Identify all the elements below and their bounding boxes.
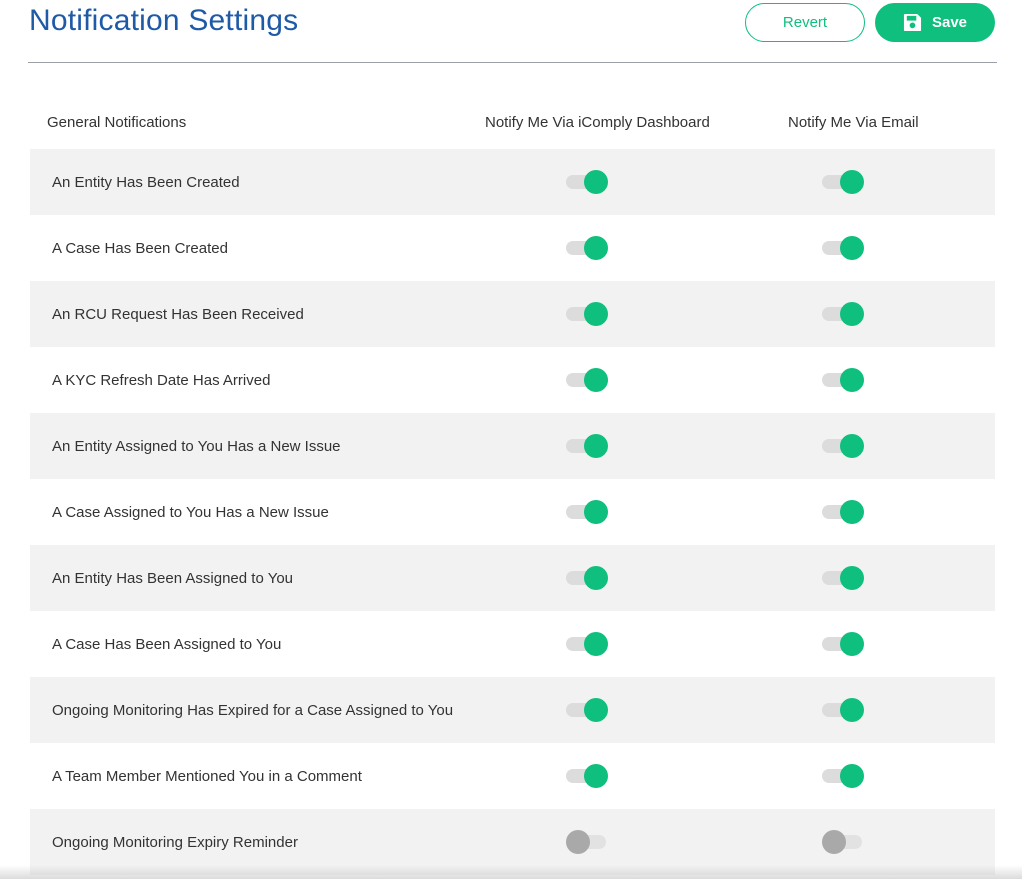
column-header-email: Notify Me Via Email bbox=[788, 114, 919, 131]
notification-label: An Entity Has Been Created bbox=[52, 173, 240, 191]
revert-button-label: Revert bbox=[782, 14, 828, 31]
column-header-general: General Notifications bbox=[47, 114, 187, 131]
dashboard-notification-toggle[interactable] bbox=[566, 434, 610, 458]
toggle-knob bbox=[840, 698, 864, 722]
toggle-knob bbox=[840, 566, 864, 590]
toggle-knob bbox=[840, 500, 864, 524]
notification-label: Ongoing Monitoring Has Expired for a Cas… bbox=[52, 701, 454, 719]
dashboard-notification-toggle[interactable] bbox=[566, 368, 610, 392]
notification-row: An Entity Has Been Created bbox=[30, 149, 995, 215]
notification-row: An Entity Assigned to You Has a New Issu… bbox=[30, 413, 995, 479]
page-title: Notification Settings bbox=[29, 4, 299, 37]
header-divider bbox=[28, 62, 997, 63]
toggle-knob bbox=[822, 830, 846, 854]
notification-row: A Team Member Mentioned You in a Comment bbox=[30, 743, 995, 809]
dashboard-notification-toggle[interactable] bbox=[566, 236, 610, 260]
email-notification-toggle[interactable] bbox=[822, 500, 866, 524]
toggle-knob bbox=[840, 764, 864, 788]
toggle-knob bbox=[584, 170, 608, 194]
notification-label: A Case Has Been Created bbox=[52, 239, 228, 257]
toggle-knob bbox=[584, 764, 608, 788]
email-notification-toggle[interactable] bbox=[822, 170, 866, 194]
column-header-dashboard: Notify Me Via iComply Dashboard bbox=[485, 114, 710, 131]
toggle-knob bbox=[840, 302, 864, 326]
email-notification-toggle[interactable] bbox=[822, 566, 866, 590]
toggle-knob bbox=[584, 236, 608, 260]
notification-label: An RCU Request Has Been Received bbox=[52, 305, 304, 323]
dashboard-notification-toggle[interactable] bbox=[566, 566, 610, 590]
toggle-knob bbox=[840, 368, 864, 392]
toggle-knob bbox=[840, 632, 864, 656]
notification-row: A Case Assigned to You Has a New Issue bbox=[30, 479, 995, 545]
notification-label: A Team Member Mentioned You in a Comment bbox=[52, 767, 362, 785]
toggle-knob bbox=[584, 302, 608, 326]
toggle-knob bbox=[584, 500, 608, 524]
toggle-knob bbox=[584, 368, 608, 392]
toggle-knob bbox=[840, 236, 864, 260]
save-button-label: Save bbox=[931, 14, 968, 31]
email-notification-toggle[interactable] bbox=[822, 302, 866, 326]
toggle-knob bbox=[840, 434, 864, 458]
toggle-knob bbox=[584, 632, 608, 656]
notification-label: An Entity Assigned to You Has a New Issu… bbox=[52, 437, 341, 455]
revert-button[interactable]: Revert bbox=[745, 3, 865, 42]
toggle-knob bbox=[566, 830, 590, 854]
notification-row: A KYC Refresh Date Has Arrived bbox=[30, 347, 995, 413]
email-notification-toggle[interactable] bbox=[822, 434, 866, 458]
notification-row: An RCU Request Has Been Received bbox=[30, 281, 995, 347]
email-notification-toggle[interactable] bbox=[822, 236, 866, 260]
notification-row: Ongoing Monitoring Has Expired for a Cas… bbox=[30, 677, 995, 743]
notification-settings-list: An Entity Has Been Created A Case Has Bee… bbox=[30, 149, 995, 875]
notification-label: An Entity Has Been Assigned to You bbox=[52, 569, 294, 587]
dashboard-notification-toggle[interactable] bbox=[566, 500, 610, 524]
dashboard-notification-toggle[interactable] bbox=[566, 830, 610, 854]
email-notification-toggle[interactable] bbox=[822, 830, 866, 854]
notification-row: An Entity Has Been Assigned to You bbox=[30, 545, 995, 611]
notification-label: A Case Has Been Assigned to You bbox=[52, 635, 282, 653]
notification-row: A Case Has Been Assigned to You bbox=[30, 611, 995, 677]
email-notification-toggle[interactable] bbox=[822, 632, 866, 656]
notification-label: A Case Assigned to You Has a New Issue bbox=[52, 503, 329, 521]
email-notification-toggle[interactable] bbox=[822, 368, 866, 392]
toggle-knob bbox=[584, 566, 608, 590]
notification-label: A KYC Refresh Date Has Arrived bbox=[52, 371, 271, 389]
dashboard-notification-toggle[interactable] bbox=[566, 632, 610, 656]
email-notification-toggle[interactable] bbox=[822, 764, 866, 788]
notification-label: Ongoing Monitoring Expiry Reminder bbox=[52, 833, 298, 851]
save-button[interactable]: Save bbox=[875, 3, 995, 42]
dashboard-notification-toggle[interactable] bbox=[566, 170, 610, 194]
toggle-knob bbox=[840, 170, 864, 194]
toggle-knob bbox=[584, 434, 608, 458]
dashboard-notification-toggle[interactable] bbox=[566, 764, 610, 788]
floppy-disk-icon bbox=[903, 13, 922, 32]
notification-row: A Case Has Been Created bbox=[30, 215, 995, 281]
email-notification-toggle[interactable] bbox=[822, 698, 866, 722]
dashboard-notification-toggle[interactable] bbox=[566, 302, 610, 326]
toggle-knob bbox=[584, 698, 608, 722]
scroll-fade-shadow bbox=[0, 865, 1022, 879]
dashboard-notification-toggle[interactable] bbox=[566, 698, 610, 722]
